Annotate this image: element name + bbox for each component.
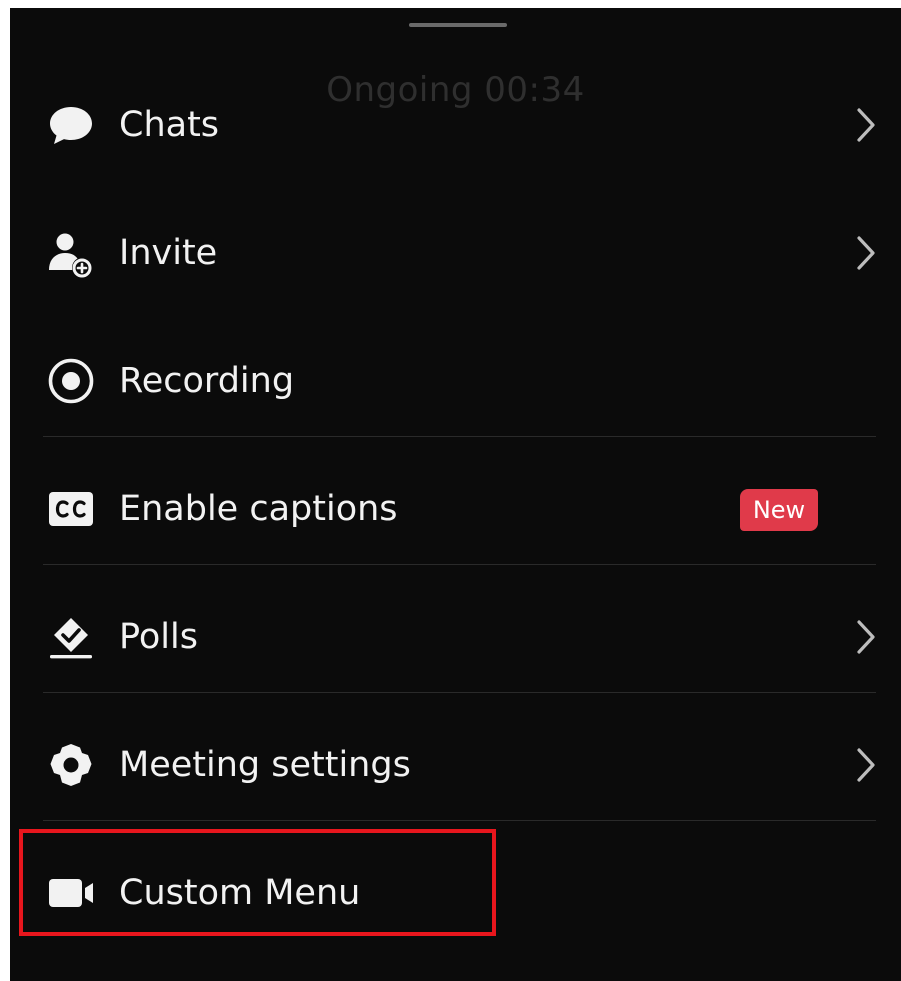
menu-item-meeting-settings[interactable]: Meeting settings	[10, 701, 901, 829]
poll-check-icon	[46, 612, 96, 662]
drag-handle[interactable]	[409, 23, 507, 27]
menu-item-label: Custom Menu	[119, 873, 361, 913]
menu-item-custom-menu[interactable]: Custom Menu	[10, 829, 901, 957]
menu-item-enable-captions[interactable]: Enable captions New	[10, 445, 901, 573]
chevron-right-icon	[850, 232, 880, 274]
chevron-right-icon	[850, 104, 880, 146]
divider	[43, 436, 876, 437]
menu-item-label: Chats	[119, 105, 220, 145]
closed-captions-icon	[46, 484, 96, 534]
menu-item-label: Recording	[119, 361, 295, 401]
divider	[43, 820, 876, 821]
menu-item-recording[interactable]: Recording	[10, 317, 901, 445]
chat-bubble-icon	[46, 100, 96, 150]
gear-icon	[46, 740, 96, 790]
menu-item-chats[interactable]: Chats	[10, 61, 901, 189]
chevron-right-icon	[850, 744, 880, 786]
video-camera-icon	[46, 868, 96, 918]
menu-item-label: Enable captions	[119, 489, 398, 529]
add-user-icon	[46, 228, 96, 278]
new-badge: New	[740, 489, 818, 531]
more-options-sheet: Ongoing 00:34 Chats Invite Recording Ena…	[10, 8, 901, 981]
menu-item-polls[interactable]: Polls	[10, 573, 901, 701]
menu-item-label: Polls	[119, 617, 198, 657]
chevron-right-icon	[850, 616, 880, 658]
menu-item-label: Invite	[119, 233, 218, 273]
divider	[43, 564, 876, 565]
menu-item-label: Meeting settings	[119, 745, 411, 785]
divider	[43, 692, 876, 693]
record-icon	[46, 356, 96, 406]
menu-item-invite[interactable]: Invite	[10, 189, 901, 317]
